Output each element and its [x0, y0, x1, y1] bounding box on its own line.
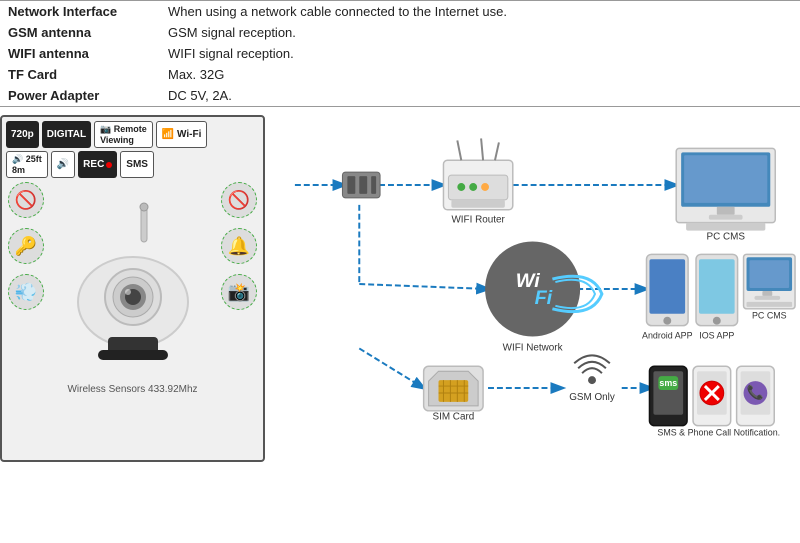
badge-digital: DIGITAL [42, 121, 91, 148]
rec-dot [106, 162, 112, 168]
sensor-motion: 🚫 [221, 182, 257, 218]
sensor-left: 🚫 🔑 💨 [8, 182, 44, 310]
button-rows: 720p DIGITAL 📷 RemoteViewing 📶 Wi-Fi 🔊 2… [6, 121, 259, 178]
network-diagram: WIFI Router PC CMS Wi Fi WIFI Network [265, 115, 800, 462]
svg-text:Fi: Fi [535, 287, 553, 309]
sensor-extra: 📸 [221, 274, 257, 310]
specs-table: Network InterfaceWhen using a network ca… [0, 0, 800, 107]
camera-image-area: 🚫 🔑 💨 [6, 182, 259, 382]
svg-text:PC CMS: PC CMS [752, 311, 787, 321]
svg-text:Android APP: Android APP [642, 331, 693, 341]
badge-720p: 720p [6, 121, 39, 148]
badge-sms: SMS [120, 151, 154, 178]
svg-text:SMS & Phone Call Notification.: SMS & Phone Call Notification. [657, 428, 780, 438]
badge-wifi: 📶 Wi-Fi [156, 121, 208, 148]
svg-text:IOS APP: IOS APP [699, 331, 734, 341]
sensor-right: 🚫 🔔 📸 [221, 182, 257, 310]
spec-value: WIFI signal reception. [160, 43, 800, 64]
badge-rec: REC [78, 151, 117, 178]
svg-text:GSM Only: GSM Only [569, 392, 615, 403]
svg-text:WIFI Network: WIFI Network [503, 342, 563, 353]
spec-value: Max. 32G [160, 64, 800, 85]
btn-row-1: 720p DIGITAL 📷 RemoteViewing 📶 Wi-Fi [6, 121, 259, 148]
btn-row-2: 🔊 25ft8m 🔊 REC SMS [6, 151, 259, 178]
spec-label: TF Card [0, 64, 160, 85]
spec-value: When using a network cable connected to … [160, 1, 800, 23]
svg-text:PC CMS: PC CMS [706, 231, 745, 242]
spec-value: GSM signal reception. [160, 22, 800, 43]
sensor-door: 🔑 [8, 228, 44, 264]
spec-value: DC 5V, 2A. [160, 85, 800, 107]
badge-speaker: 🔊 [51, 151, 75, 178]
svg-text:WIFI Router: WIFI Router [451, 215, 505, 226]
svg-text:📞: 📞 [747, 383, 765, 401]
badge-remote-viewing: 📷 RemoteViewing [94, 121, 153, 148]
sensor-pir: 🚫 [8, 182, 44, 218]
network-svg: WIFI Router PC CMS Wi Fi WIFI Network [285, 119, 800, 459]
spec-label: WIFI antenna [0, 43, 160, 64]
badge-distance: 🔊 25ft8m [6, 151, 48, 178]
spec-label: Power Adapter [0, 85, 160, 107]
sensor-bell: 🔔 [221, 228, 257, 264]
camera-panel: 720p DIGITAL 📷 RemoteViewing 📶 Wi-Fi 🔊 2… [0, 115, 265, 462]
spec-label: Network Interface [0, 1, 160, 23]
diagram-section: 720p DIGITAL 📷 RemoteViewing 📶 Wi-Fi 🔊 2… [0, 115, 800, 462]
svg-text:sms: sms [659, 378, 677, 388]
svg-text:SIM Card: SIM Card [432, 412, 474, 423]
sensor-smoke: 💨 [8, 274, 44, 310]
spec-label: GSM antenna [0, 22, 160, 43]
camera-svg [53, 202, 213, 362]
camera-label: Wireless Sensors 433.92Mhz [6, 384, 259, 395]
